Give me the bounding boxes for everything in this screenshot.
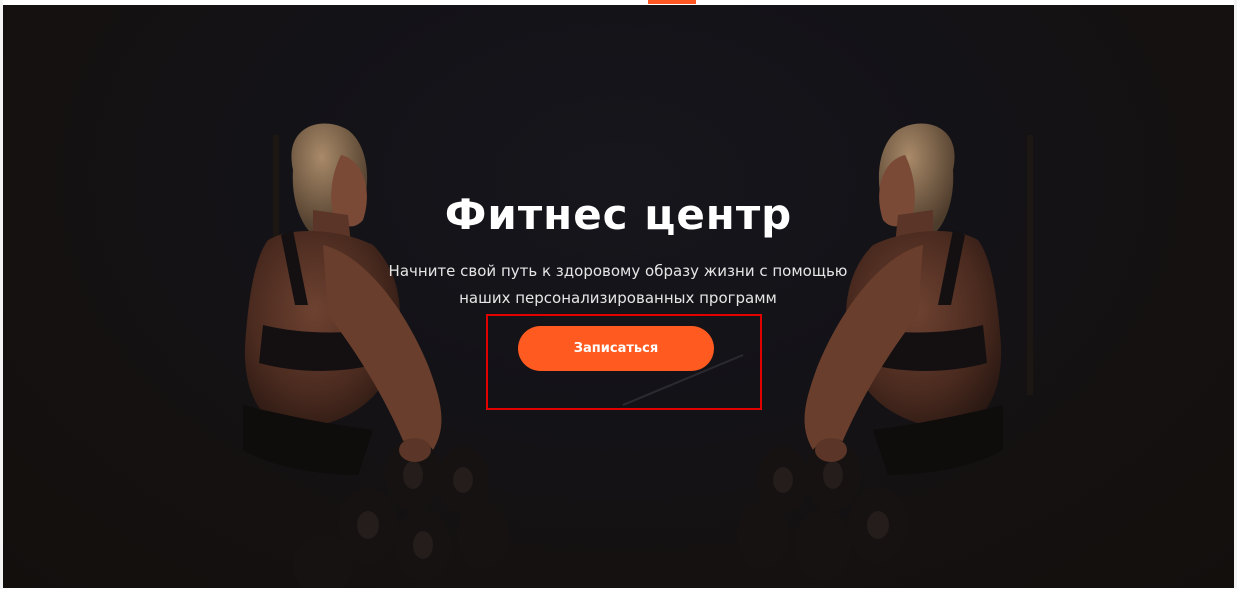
hero-subtitle-line-1: Начните свой путь к здоровому образу жиз… [388, 262, 848, 280]
signup-button[interactable]: Записаться [518, 326, 714, 371]
page: Фитнес центр Начните свой путь к здорово… [0, 0, 1237, 589]
hero-subtitle: Начните свой путь к здоровому образу жиз… [368, 258, 868, 312]
hero-section: Фитнес центр Начните свой путь к здорово… [3, 5, 1234, 588]
hero-title: Фитнес центр [444, 190, 793, 239]
top-accent-bar [648, 0, 696, 4]
hero-subtitle-line-2: наших персонализированных программ [459, 289, 777, 307]
